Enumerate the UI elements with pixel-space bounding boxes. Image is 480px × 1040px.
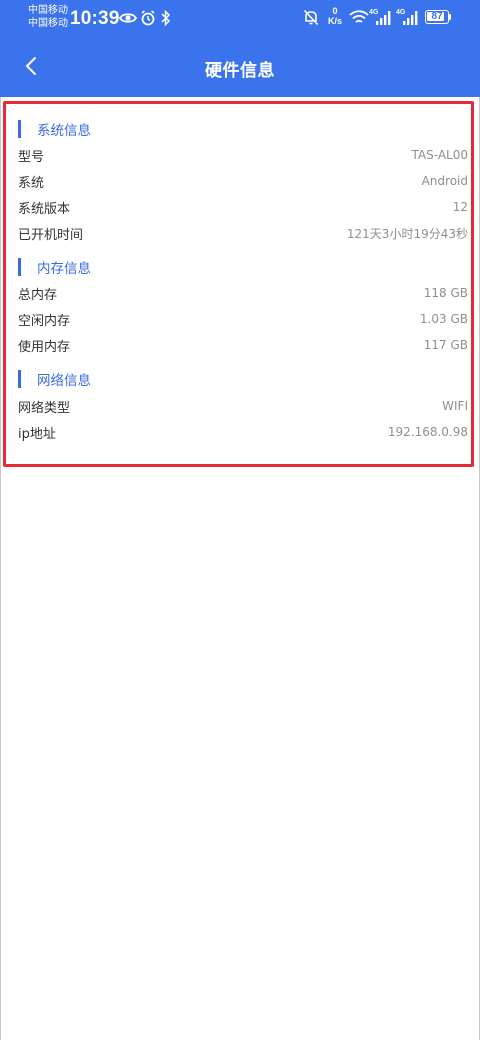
section-header-system: 系统信息 [18, 119, 91, 139]
section-title: 网络信息 [37, 373, 91, 389]
section-header-memory: 内存信息 [18, 257, 91, 277]
info-row-ip-address: ip地址 192.168.0.98 [18, 422, 468, 442]
section-title: 系统信息 [37, 123, 91, 139]
divider [0, 97, 1, 1040]
row-label: 总内存 [18, 287, 58, 303]
status-bar: 中国移动 中国移动 10:39 0 K/s 4G 4G 87 [0, 0, 480, 36]
bluetooth-icon [161, 10, 171, 26]
row-value: 121天3小时19分43秒 [346, 226, 468, 241]
row-value: Android [421, 174, 468, 188]
row-value: WIFI [442, 399, 468, 413]
carrier-2: 中国移动 [28, 18, 68, 29]
row-label: ip地址 [18, 426, 56, 442]
info-row-model: 型号 TAS-AL00 [18, 145, 468, 165]
row-value: 1.03 GB [419, 312, 468, 326]
row-label: 使用内存 [18, 339, 71, 355]
alarm-icon [141, 10, 155, 26]
eye-icon [119, 13, 137, 23]
row-label: 已开机时间 [18, 227, 84, 243]
row-value: 192.168.0.98 [387, 425, 468, 439]
row-value: TAS-AL00 [411, 148, 468, 162]
page-title: 硬件信息 [205, 61, 275, 81]
battery-icon: 87 [425, 10, 449, 24]
wifi-icon [349, 10, 369, 23]
info-row-used-memory: 使用内存 117 GB [18, 335, 468, 355]
signal-icon [376, 11, 391, 25]
section-accent-bar [18, 120, 21, 138]
hardware-info-panel: 系统信息 型号 TAS-AL00 系统 Android 系统版本 12 已开机时… [3, 101, 474, 467]
carrier-info: 中国移动 中国移动 [28, 4, 68, 30]
row-label: 系统版本 [18, 201, 71, 217]
net-speed: 0 K/s [326, 6, 344, 26]
row-value: 118 GB [423, 286, 468, 300]
info-row-free-memory: 空闲内存 1.03 GB [18, 309, 468, 329]
nav-bar: 硬件信息 [0, 36, 480, 97]
battery-tip [449, 14, 451, 20]
section-header-network: 网络信息 [18, 369, 91, 389]
row-label: 网络类型 [18, 400, 71, 416]
row-label: 型号 [18, 149, 45, 165]
row-label: 空闲内存 [18, 313, 71, 329]
info-row-uptime: 已开机时间 121天3小时19分43秒 [18, 223, 468, 243]
app-header: 中国移动 中国移动 10:39 0 K/s 4G 4G 87 硬件信息 [0, 0, 480, 97]
signal-icon [403, 11, 418, 25]
net-speed-value: 0 [332, 6, 338, 16]
info-row-os-version: 系统版本 12 [18, 197, 468, 217]
section-accent-bar [18, 258, 21, 276]
info-row-os: 系统 Android [18, 171, 468, 191]
section-title: 内存信息 [37, 261, 91, 277]
row-value: 12 [452, 200, 468, 214]
row-label: 系统 [18, 175, 45, 191]
net-speed-unit: K/s [327, 16, 342, 26]
battery-level: 87 [431, 11, 443, 22]
carrier-1: 中国移动 [28, 5, 68, 16]
section-accent-bar [18, 370, 21, 388]
mute-icon [303, 9, 319, 26]
info-row-total-memory: 总内存 118 GB [18, 283, 468, 303]
row-value: 117 GB [423, 338, 468, 352]
status-time: 10:39 [70, 8, 120, 29]
info-row-network-type: 网络类型 WIFI [18, 396, 468, 416]
